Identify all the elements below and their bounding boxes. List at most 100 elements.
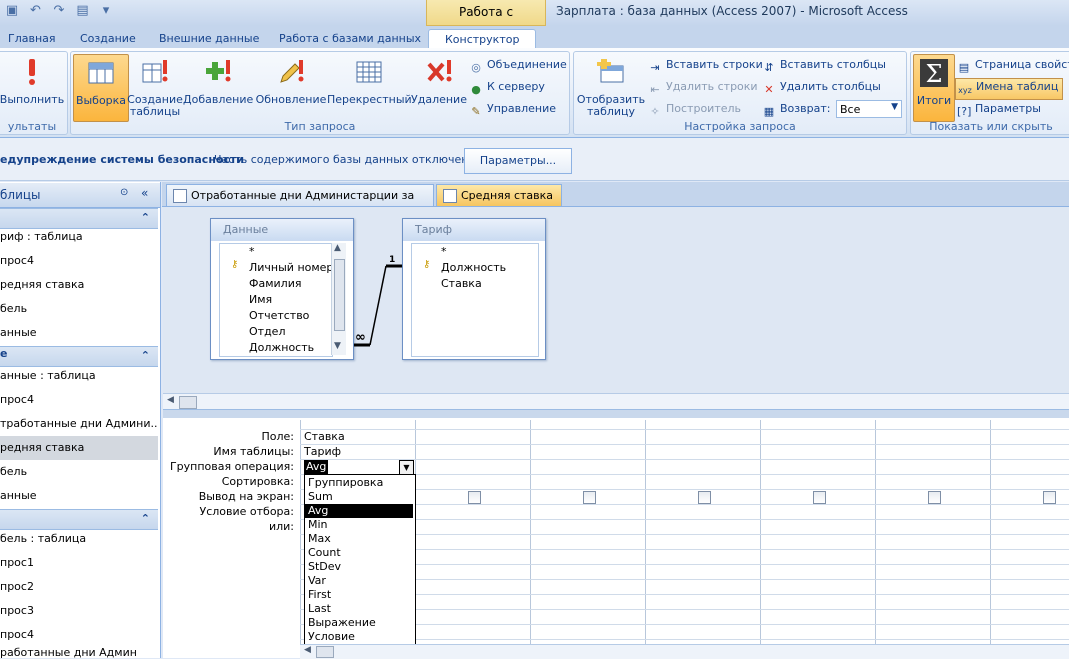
scroll-left-icon[interactable]: ◀ — [304, 645, 311, 655]
show-checkbox[interactable] — [813, 491, 826, 504]
insert-columns-button[interactable]: ⇵ Вставить столбцы — [762, 58, 886, 75]
field-row[interactable]: * — [441, 244, 447, 260]
show-table-button[interactable]: Отобразить таблицу — [576, 54, 646, 118]
redo-icon[interactable]: ↷ — [51, 3, 67, 19]
tab-database-tools[interactable]: Работа с базами данных — [279, 29, 421, 48]
parameters-button[interactable]: [?] Параметры — [957, 102, 1041, 119]
collapse-group-icon[interactable]: ⌃ — [141, 349, 150, 362]
dropdown-option[interactable]: Var — [305, 574, 413, 588]
pass-through-button[interactable]: ● К серверу — [469, 80, 545, 97]
nav-menu-dropdown-icon[interactable]: ⊙ — [120, 187, 128, 198]
dropdown-option[interactable]: Группировка — [305, 476, 413, 490]
field-row[interactable]: Должность — [441, 260, 506, 276]
data-definition-button[interactable]: ✎ Управление — [469, 102, 556, 119]
field-row[interactable]: Отчетство — [249, 308, 309, 324]
show-checkbox[interactable] — [583, 491, 596, 504]
customize-qat-icon[interactable]: ▾ — [98, 3, 114, 19]
nav-item[interactable]: прос4 — [0, 623, 158, 647]
table-pane-scrollbar[interactable]: ◀ — [163, 393, 1069, 410]
show-checkbox[interactable] — [928, 491, 941, 504]
view-icon[interactable]: ▤ — [75, 3, 91, 19]
crosstab-button[interactable]: Перекрестный — [327, 54, 412, 106]
tab-external-data[interactable]: Внешние данные — [159, 29, 259, 48]
show-checkbox[interactable] — [698, 491, 711, 504]
property-sheet-button[interactable]: ▤ Страница свойств — [957, 58, 1069, 75]
dropdown-option[interactable]: Sum — [305, 490, 413, 504]
nav-item[interactable]: анные — [0, 484, 158, 508]
union-button[interactable]: ◎ Объединение — [469, 58, 567, 75]
collapse-group-icon[interactable]: ⌃ — [141, 512, 150, 525]
save-icon[interactable]: ▣ — [4, 3, 20, 19]
total-combo[interactable]: Avg ▼ — [302, 460, 414, 475]
nav-item[interactable]: прос3 — [0, 599, 158, 623]
insert-rows-button[interactable]: ⇥ Вставить строки — [648, 58, 762, 75]
nav-item[interactable]: риф : таблица — [0, 225, 158, 249]
table-box-tarif[interactable]: Тариф * ⚷ Должность Ставка — [402, 218, 546, 360]
table-title[interactable]: Тариф — [403, 219, 545, 241]
collapse-pane-icon[interactable]: « — [141, 186, 148, 200]
field-row[interactable]: Личный номер — [249, 260, 333, 276]
security-options-button[interactable]: Параметры... — [464, 148, 572, 174]
table-cell[interactable]: Тариф — [304, 445, 341, 458]
tab-create[interactable]: Создание — [80, 29, 136, 48]
nav-item-selected[interactable]: редняя ставка — [0, 436, 158, 460]
select-query-button[interactable]: Выборка — [73, 54, 129, 122]
collapse-group-icon[interactable]: ⌃ — [141, 211, 150, 224]
dropdown-option[interactable]: Last — [305, 602, 413, 616]
grid-column-4[interactable] — [645, 420, 760, 656]
field-row[interactable]: Отдел — [249, 324, 285, 340]
table-box-dannye[interactable]: Данные * ⚷ Личный номер Фамилия Имя Отче… — [210, 218, 354, 360]
field-list-scrollbar[interactable]: ▲ ▼ — [331, 243, 346, 355]
dropdown-option[interactable]: Условие — [305, 630, 413, 644]
delete-columns-button[interactable]: ✕ Удалить столбцы — [762, 80, 880, 97]
dropdown-option[interactable]: Min — [305, 518, 413, 532]
run-button[interactable]: Выполнить — [0, 54, 65, 106]
table-title[interactable]: Данные — [211, 219, 353, 241]
dropdown-option-selected[interactable]: Avg — [305, 504, 413, 518]
scroll-thumb[interactable] — [316, 646, 334, 658]
delete-query-button[interactable]: Удаление — [411, 54, 467, 106]
nav-item[interactable]: анные — [0, 321, 158, 345]
scroll-up-icon[interactable]: ▲ — [334, 243, 341, 253]
nav-item[interactable]: бель : таблица — [0, 527, 158, 551]
nav-item[interactable]: бель — [0, 297, 158, 321]
grid-column-2[interactable] — [415, 420, 530, 656]
nav-item[interactable]: анные : таблица — [0, 364, 158, 388]
scroll-down-icon[interactable]: ▼ — [334, 341, 341, 351]
field-row[interactable]: Фамилия — [249, 276, 301, 292]
field-cell[interactable]: Ставка — [304, 430, 345, 443]
dropdown-option[interactable]: Count — [305, 546, 413, 560]
nav-item[interactable]: прос1 — [0, 551, 158, 575]
scroll-thumb[interactable] — [179, 396, 197, 409]
append-button[interactable]: Добавление — [183, 54, 253, 106]
update-button[interactable]: Обновление — [255, 54, 327, 106]
nav-item[interactable]: траб­отанные дни Админи... — [0, 412, 158, 436]
show-checkbox[interactable] — [468, 491, 481, 504]
grid-scrollbar[interactable]: ◀ — [300, 644, 1069, 659]
show-checkbox[interactable] — [1043, 491, 1056, 504]
field-row[interactable]: Имя — [249, 292, 272, 308]
dropdown-option[interactable]: StDev — [305, 560, 413, 574]
dropdown-option[interactable]: Max — [305, 532, 413, 546]
doc-tab-admin-days[interactable]: Отработанные дни Администарции за май — [166, 184, 434, 224]
navigation-pane-header[interactable]: блицы ⊙ « — [0, 183, 160, 208]
grid-column-7[interactable] — [990, 420, 1069, 656]
nav-item[interactable]: прос4 — [0, 249, 158, 273]
tab-design[interactable]: Конструктор — [428, 29, 537, 49]
make-table-button[interactable]: Создание таблицы — [127, 54, 183, 118]
totals-button[interactable]: Σ Итоги — [913, 54, 955, 122]
delete-rows-button[interactable]: ⇤ Удалить строки — [648, 80, 757, 97]
grid-column-5[interactable] — [760, 420, 875, 656]
grid-column-6[interactable] — [875, 420, 990, 656]
dropdown-option[interactable]: First — [305, 588, 413, 602]
scroll-thumb[interactable] — [334, 259, 345, 331]
dropdown-option[interactable]: Выражение — [305, 616, 413, 630]
field-row[interactable]: Ставка — [441, 276, 482, 292]
field-row[interactable]: * — [249, 244, 255, 260]
nav-item[interactable]: бель — [0, 460, 158, 484]
nav-item[interactable]: прос4 — [0, 388, 158, 412]
scroll-left-icon[interactable]: ◀ — [167, 395, 174, 405]
total-dropdown-list[interactable]: Группировка Sum Avg Min Max Count StDev … — [304, 474, 416, 645]
nav-item[interactable]: прос2 — [0, 575, 158, 599]
nav-item[interactable]: редняя ставка — [0, 273, 158, 297]
